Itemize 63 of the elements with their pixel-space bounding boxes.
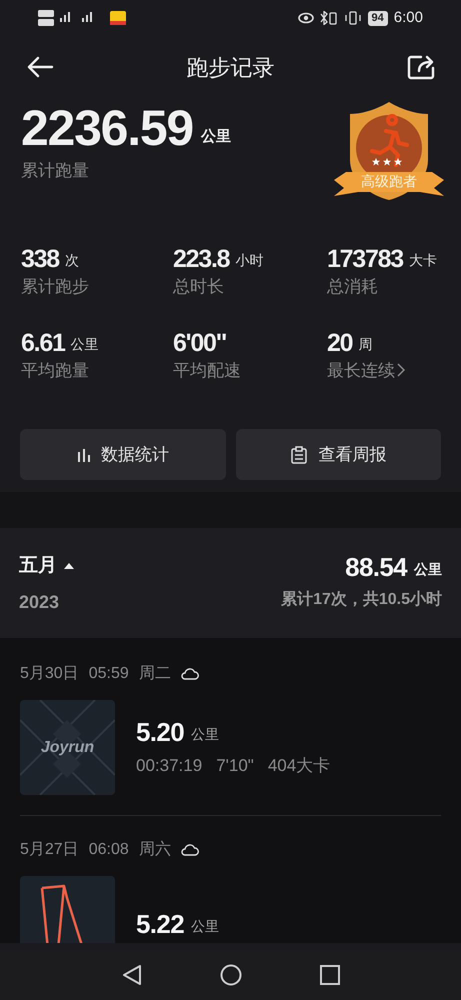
stat-label: 累计跑步 [21,276,89,298]
run-distance: 5.20 [136,716,184,747]
stat-value: 338 [21,244,59,274]
run-thumbnail[interactable]: Joyrun [20,700,115,795]
stat-value: 223.8 [173,244,230,274]
status-time: 6:00 [394,8,423,28]
stat-unit: 小时 [235,251,264,270]
run-weekday: 周六 [138,840,171,860]
home-nav-icon[interactable] [220,964,242,986]
total-label: 累计跑量 [21,160,90,182]
run-weekday: 周二 [138,664,171,684]
run-pace: 7'10" [216,754,254,777]
cloud-icon [180,668,199,680]
star-icon [372,158,380,166]
stat-unit: 公里 [70,334,99,354]
route-map-thumbnail[interactable] [20,876,115,943]
total-distance: 2236.59 [21,100,193,156]
eye-icon [298,12,314,24]
star-icon [394,158,402,166]
distance-unit: 公里 [191,916,220,936]
month-year: 2023 [19,590,60,614]
stat-unit: 大卡 [408,251,437,270]
badge-label: 高级跑者 [360,172,418,191]
star-icon [383,158,391,166]
stat-label: 平均配速 [173,360,241,382]
distance-unit: 公里 [191,724,220,744]
month-toggle[interactable]: 五月 [19,552,75,580]
distance-unit: 公里 [201,126,231,146]
run-date: 5月30日 [20,664,79,684]
thumbnail-logo-text: Joyrun [40,738,94,758]
run-calories: 404大卡 [268,754,330,777]
stat-unit: 周 [358,334,372,354]
chevron-icon [397,363,405,378]
stat-label: 总时长 [173,276,224,298]
run-distance: 5.22 [136,908,184,938]
battery-level: 94 [368,10,388,26]
run-time: 06:08 [88,840,129,860]
stat-value: 6'00" [173,328,226,358]
bar-chart-icon [76,448,91,462]
stat-label: 总消耗 [327,276,378,298]
cloud-icon [180,844,199,856]
clipboard-icon [290,446,308,464]
run-time: 05:59 [88,664,129,684]
stat-value: 173783 [327,244,403,274]
run-date: 5月27日 [20,840,79,860]
weekly-report-button[interactable]: 查看周报 [236,429,441,480]
month-summary: 累计17次，共10.5小时 [281,590,442,610]
stat-unit: 次 [64,251,79,270]
run-duration: 00:37:19 [136,754,202,777]
vibrate-icon [344,11,362,25]
distance-unit: 公里 [414,560,442,579]
page-title: 跑步记录 [186,54,274,82]
stat-label: 平均跑量 [21,360,89,382]
stats-button[interactable]: 数据统计 [20,429,226,480]
bluetooth-icon [320,11,338,25]
month-distance: 88.54 [345,552,407,582]
back-icon[interactable] [26,55,54,79]
share-icon[interactable] [407,54,435,80]
streak-link[interactable]: 最长连续 [327,358,405,383]
stat-value: 20 [327,328,352,358]
back-nav-icon[interactable] [122,964,142,986]
stat-value: 6.61 [21,328,65,358]
recents-nav-icon[interactable] [320,965,340,985]
